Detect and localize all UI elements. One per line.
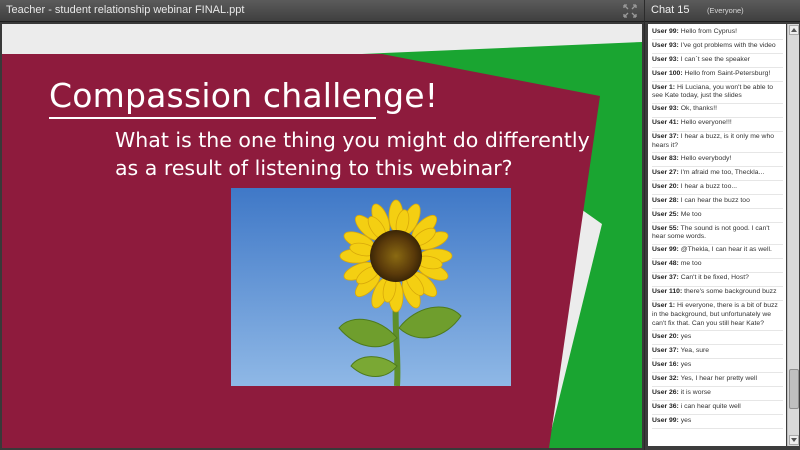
chat-message-user: User 37: (652, 346, 679, 354)
chat-message-text: Hello everybody! (680, 154, 732, 162)
chat-message-user: User 41: (652, 119, 679, 127)
chat-message: User 55: The sound is not good. I can't … (652, 223, 783, 245)
slide: Compassion challenge! What is the one th… (2, 24, 642, 448)
chat-message: User 28: I can hear the buzz too (652, 195, 783, 210)
chat-message: User 1: Hi everyone, there is a bit of b… (652, 301, 783, 332)
chat-message-text: I've got problems with the video (680, 41, 776, 49)
chat-message-text: @Thekla, I can hear it as well. (680, 246, 772, 254)
presentation-titlebar: Teacher - student relationship webinar F… (0, 0, 644, 22)
chat-message-user: User 55: (652, 224, 679, 232)
chat-message: User 83: Hello everybody! (652, 153, 783, 168)
chat-message: User 41: Hello everyone!!! (652, 118, 783, 132)
chat-message-area[interactable]: User 99: Hello from Cyprus! User 93: I've… (648, 24, 786, 446)
chat-message-text: i can hear quite well (680, 402, 741, 410)
chat-message: User 1: Hi Luciana, you won't be able to… (652, 82, 783, 104)
chat-message-user: User 48: (652, 260, 679, 268)
chat-message-user: User 20: (652, 332, 679, 340)
chat-message-text: Me too (680, 210, 702, 218)
chat-message-user: User 20: (652, 182, 679, 190)
chat-title: Chat 15 (651, 4, 690, 16)
slide-heading-underline (49, 117, 376, 119)
chat-message: User 36: i can hear quite well (652, 401, 783, 416)
chat-message: User 37: I hear a buzz, is it only me wh… (652, 132, 783, 154)
chat-message-user: User 37: (652, 274, 679, 282)
chat-message-user: User 93: (652, 41, 679, 49)
chat-message-user: User 16: (652, 360, 679, 368)
chat-message: User 100: Hello from Saint-Petersburg! (652, 68, 783, 82)
chat-message-user: User 93: (652, 55, 679, 63)
chat-message: User 110: there's some background buzz (652, 287, 783, 301)
chat-message-user: User 36: (652, 402, 679, 410)
chat-message-user: User 83: (652, 154, 679, 162)
chat-message: User 32: Yes, I hear her pretty well (652, 373, 783, 388)
chat-message-text: I'm afraid me too, Theckla... (680, 168, 765, 176)
chat-message-text: Can't it be fixed, Host? (680, 274, 749, 282)
chat-message-text: Ok, thanks!! (680, 105, 717, 113)
chat-message-text: Yes, I hear her pretty well (680, 374, 758, 382)
expand-arrows-icon[interactable] (623, 4, 637, 18)
chat-message-user: User 99: (652, 416, 679, 424)
chat-message: User 20: I hear a buzz too... (652, 181, 783, 196)
chat-pane: Chat 15 (Everyone) User 99: Hello from C… (645, 0, 800, 450)
chat-message-user: User 99: (652, 27, 679, 35)
scroll-down-icon[interactable] (789, 435, 799, 445)
chat-message-user: User 37: (652, 133, 679, 141)
chat-message: User 93: I've got problems with the vide… (652, 40, 783, 54)
chat-message-text: Hello everyone!!! (680, 119, 732, 127)
slide-area: Compassion challenge! What is the one th… (0, 22, 644, 450)
chat-message-text: yes (680, 332, 692, 340)
chat-message-text: I can hear the buzz too (680, 196, 750, 204)
chat-message-text: I can`t see the speaker (680, 55, 750, 63)
chat-message: User 20: yes (652, 331, 783, 346)
chat-message-user: User 27: (652, 168, 679, 176)
chat-scrollbar[interactable] (787, 24, 799, 446)
chat-header: Chat 15 (Everyone) (645, 0, 800, 22)
chat-message: User 93: Ok, thanks!! (652, 104, 783, 118)
chat-message-user: User 100: (652, 69, 683, 77)
chat-message: User 99: Hello from Cyprus! (652, 26, 783, 40)
chat-message-list: User 99: Hello from Cyprus! User 93: I've… (648, 24, 786, 430)
chat-message-text: Hello from Cyprus! (680, 27, 737, 35)
chat-message-text: yes (680, 360, 692, 368)
chat-message-user: User 110: (652, 288, 683, 296)
chat-message: User 37: Yea, sure (652, 345, 783, 360)
sunflower-image (231, 188, 511, 386)
presentation-pane: Teacher - student relationship webinar F… (0, 0, 644, 450)
chat-message: User 93: I can`t see the speaker (652, 54, 783, 68)
chat-message: User 25: Me too (652, 209, 783, 224)
chat-message-user: User 26: (652, 388, 679, 396)
chat-message-user: User 99: (652, 246, 679, 254)
chat-message: User 37: Can't it be fixed, Host? (652, 273, 783, 287)
chat-message-user: User 1: (652, 83, 676, 91)
chat-message: User 27: I'm afraid me too, Theckla... (652, 167, 783, 182)
chat-message: User 26: it is worse (652, 387, 783, 402)
chat-message-user: User 32: (652, 374, 679, 382)
scroll-thumb[interactable] (789, 369, 799, 409)
chat-message-text: I hear a buzz too... (680, 182, 738, 190)
chat-message-user: User 25: (652, 210, 679, 218)
slide-heading: Compassion challenge! (49, 76, 439, 115)
chat-message-user: User 28: (652, 196, 679, 204)
slide-question: What is the one thing you might do diffe… (115, 128, 590, 180)
chat-message-text: there's some background buzz (684, 288, 777, 296)
chat-message-text: me too (680, 260, 702, 268)
chat-message: User 99: @Thekla, I can hear it as well. (652, 245, 783, 259)
chat-message-user: User 93: (652, 105, 679, 113)
chat-message-text: Yea, sure (680, 346, 710, 354)
chat-message: User 99: yes (652, 415, 783, 430)
chat-scope-label[interactable]: (Everyone) (707, 6, 744, 15)
chat-message-text: yes (680, 416, 692, 424)
chat-message-user: User 1: (652, 302, 676, 310)
chat-message-text: Hello from Saint-Petersburg! (684, 69, 771, 77)
chat-message: User 48: me too (652, 259, 783, 273)
scroll-up-icon[interactable] (789, 25, 799, 35)
chat-message-text: it is worse (680, 388, 711, 396)
chat-message: User 16: yes (652, 359, 783, 374)
presentation-title: Teacher - student relationship webinar F… (6, 4, 245, 16)
